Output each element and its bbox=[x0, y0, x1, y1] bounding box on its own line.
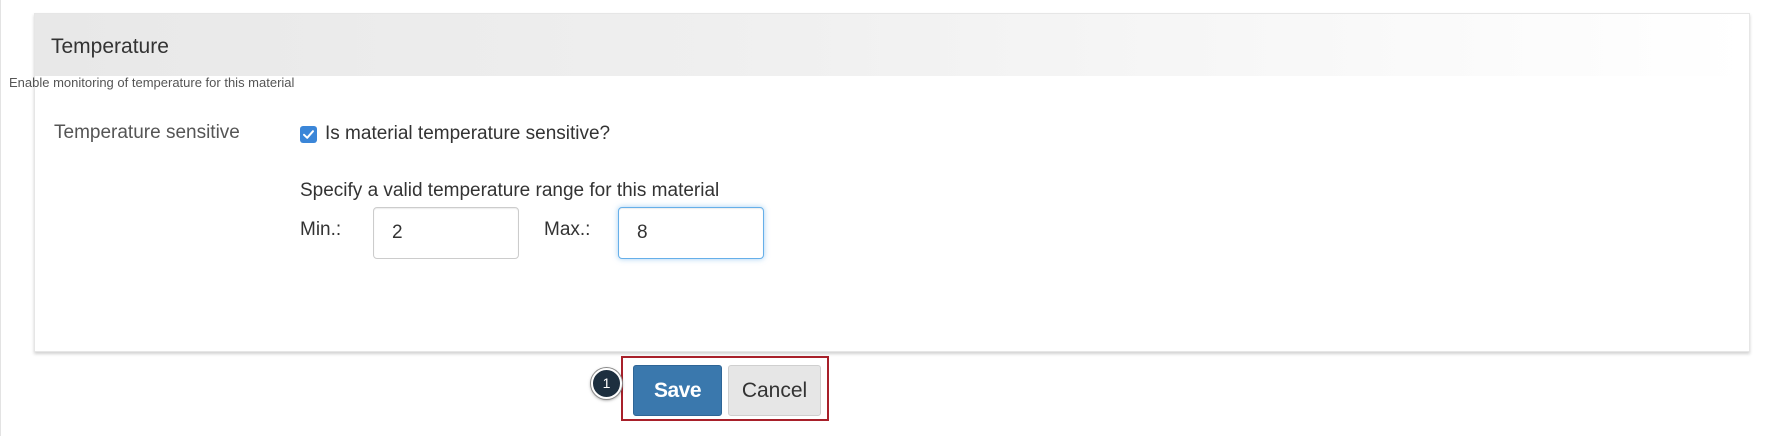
min-label: Min.: bbox=[300, 219, 342, 240]
panel-description: Enable monitoring of temperature for thi… bbox=[9, 75, 295, 90]
cancel-button[interactable]: Cancel bbox=[728, 365, 821, 416]
save-button[interactable]: Save bbox=[633, 365, 722, 416]
page: Temperature Enable monitoring of tempera… bbox=[0, 0, 1781, 436]
step-badge: 1 bbox=[591, 368, 622, 399]
range-instruction: Specify a valid temperature range for th… bbox=[300, 180, 720, 201]
min-temperature-input[interactable] bbox=[373, 207, 519, 259]
panel-header: Temperature bbox=[35, 14, 1749, 76]
temperature-sensitive-label: Temperature sensitive bbox=[54, 122, 240, 143]
temperature-sensitive-checkbox-label[interactable]: Is material temperature sensitive? bbox=[325, 123, 610, 145]
left-divider bbox=[0, 0, 1, 436]
temperature-sensitive-checkbox[interactable] bbox=[300, 126, 317, 143]
temperature-panel: Temperature bbox=[34, 13, 1750, 352]
max-temperature-input[interactable] bbox=[618, 207, 764, 259]
panel-title: Temperature bbox=[51, 35, 169, 58]
check-icon bbox=[303, 130, 314, 139]
max-label: Max.: bbox=[544, 219, 591, 240]
